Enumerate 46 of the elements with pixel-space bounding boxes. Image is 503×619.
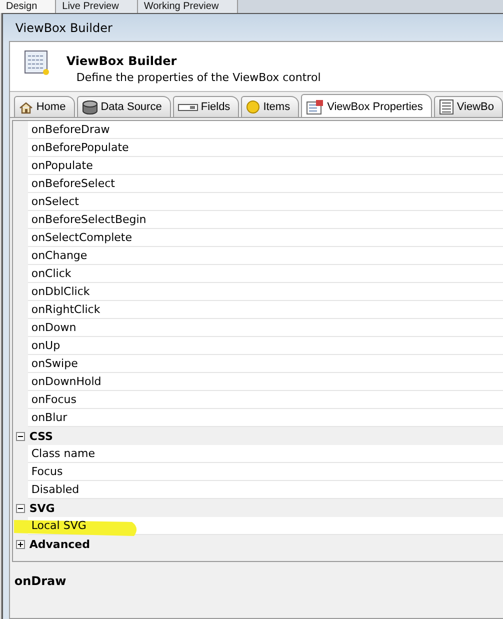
house-icon (19, 100, 34, 114)
property-name[interactable]: onDownHold (31, 375, 102, 388)
property-name[interactable]: onClick (31, 267, 72, 280)
category-header: SVG (29, 502, 55, 514)
text-field-icon (178, 102, 198, 112)
property-name[interactable]: onSelectComplete (31, 231, 132, 244)
expand-icon[interactable] (16, 540, 26, 548)
form-icon (24, 50, 50, 76)
tab[interactable]: Design (0, 0, 56, 13)
tab[interactable]: Fields (172, 96, 240, 117)
property-name[interactable]: onDown (31, 321, 76, 334)
property-name[interactable]: onUp (31, 339, 60, 352)
property-name[interactable]: Focus (31, 465, 63, 478)
category-header: CSS (29, 430, 53, 442)
property-name[interactable]: onSwipe (31, 357, 78, 370)
tab[interactable]: Working Preview (138, 0, 238, 13)
properties-icon (306, 98, 324, 114)
property-name[interactable]: onSelect (31, 195, 79, 208)
property-name[interactable]: onChange (31, 249, 88, 262)
collapse-icon[interactable] (16, 504, 26, 512)
tab[interactable]: Items (241, 96, 300, 117)
property-name[interactable]: onBeforeSelectBegin (31, 213, 146, 226)
header-subtitle: Define the properties of the ViewBox control (76, 71, 321, 84)
property-name[interactable]: onRightClick (31, 303, 100, 316)
property-name[interactable]: Class name (31, 447, 95, 460)
property-name[interactable]: onPopulate (31, 159, 93, 172)
tab[interactable]: ViewBo (434, 96, 503, 117)
property-name[interactable]: Disabled (31, 483, 80, 496)
property-name[interactable]: onBeforeSelect (31, 177, 115, 190)
tab[interactable]: Live Preview (56, 0, 138, 13)
database-icon (82, 100, 98, 114)
collapse-icon[interactable] (16, 432, 26, 440)
description-title: onDraw (14, 574, 66, 588)
window-title: ViewBox Builder (15, 20, 112, 34)
property-name[interactable]: onBeforePopulate (31, 141, 129, 154)
property-name[interactable]: onDblClick (31, 285, 90, 298)
property-name[interactable]: onBeforeDraw (31, 123, 110, 136)
list-icon (438, 99, 454, 115)
property-name[interactable]: onBlur (31, 411, 68, 424)
category-header: Advanced (29, 538, 90, 550)
property-name[interactable]: onFocus (31, 393, 76, 406)
tab[interactable]: Data Source (76, 96, 171, 117)
header-title: ViewBox Builder (66, 54, 178, 68)
tab[interactable]: ViewBox Properties (301, 94, 432, 117)
tab[interactable]: Home (14, 96, 75, 117)
circle-icon (246, 100, 260, 114)
